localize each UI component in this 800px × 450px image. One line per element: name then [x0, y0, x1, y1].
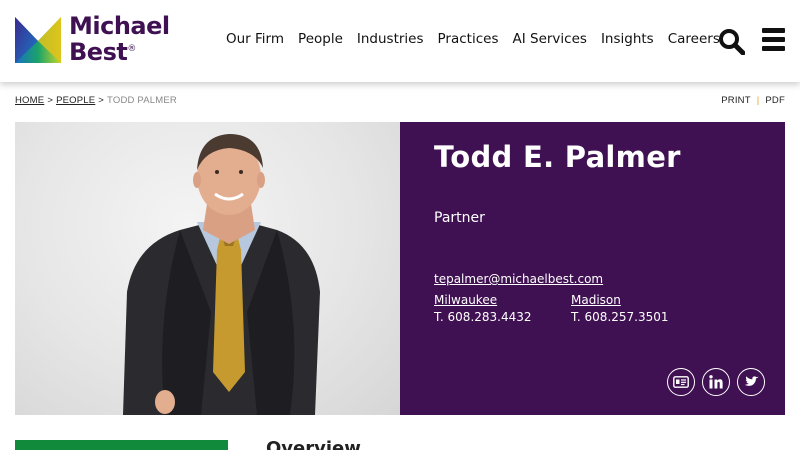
office-phone: T. 608.283.4432: [434, 310, 532, 324]
nav-our-firm[interactable]: Our Firm: [226, 31, 284, 47]
office-madison: Madison T. 608.257.3501: [571, 293, 669, 324]
breadcrumb-separator: >: [98, 95, 105, 106]
nav-insights[interactable]: Insights: [601, 31, 654, 47]
office-milwaukee: Milwaukee T. 608.283.4432: [434, 293, 532, 324]
menu-bar: [762, 46, 785, 51]
menu-bar: [762, 28, 785, 33]
breadcrumb-separator: >: [47, 95, 54, 106]
attorney-title: Partner: [434, 210, 485, 226]
twitter-icon: [744, 375, 759, 386]
vcard-button[interactable]: [667, 368, 695, 396]
hamburger-menu-icon[interactable]: [762, 28, 785, 52]
office-phone: T. 608.257.3501: [571, 310, 669, 324]
tools-divider: |: [756, 95, 760, 106]
main-nav: Our Firm People Industries Practices AI …: [226, 31, 734, 47]
menu-bar: [762, 37, 785, 42]
logo-wordmark: Michael Best®: [69, 12, 170, 66]
profile-panel: Todd E. Palmer Partner tepalmer@michaelb…: [400, 122, 785, 415]
office-city-link[interactable]: Milwaukee: [434, 293, 532, 307]
overview-heading: Overview: [266, 438, 361, 450]
site-header: Michael Best® Our Firm People Industries…: [0, 0, 800, 82]
twitter-button[interactable]: [737, 368, 765, 396]
nav-careers[interactable]: Careers: [668, 31, 720, 47]
breadcrumb: HOME > PEOPLE > TODD PALMER: [15, 95, 177, 106]
pdf-link[interactable]: PDF: [765, 95, 785, 106]
nav-ai-services[interactable]: AI Services: [513, 31, 587, 47]
vcard-icon: [673, 376, 689, 388]
linkedin-icon: [709, 375, 723, 389]
logo-line-1: Michael: [69, 12, 170, 40]
email-link[interactable]: tepalmer@michaelbest.com: [434, 272, 603, 286]
nav-people[interactable]: People: [298, 31, 343, 47]
page-tools: PRINT | PDF: [721, 95, 785, 106]
portrait-illustration: [123, 134, 320, 415]
nav-industries[interactable]: Industries: [357, 31, 424, 47]
search-icon: [719, 29, 746, 56]
breadcrumb-current: TODD PALMER: [107, 95, 177, 106]
breadcrumb-people[interactable]: PEOPLE: [56, 95, 95, 106]
office-city-link[interactable]: Madison: [571, 293, 669, 307]
attorney-name: Todd E. Palmer: [434, 140, 681, 174]
print-link[interactable]: PRINT: [721, 95, 751, 106]
search-button[interactable]: [718, 28, 746, 56]
breadcrumb-home[interactable]: HOME: [15, 95, 44, 106]
logo-mark-icon: [15, 17, 61, 63]
sidebar-accent-bar[interactable]: [15, 440, 228, 450]
profile-photo: [15, 122, 400, 415]
linkedin-button[interactable]: [702, 368, 730, 396]
nav-practices[interactable]: Practices: [438, 31, 499, 47]
logo-line-2: Best®: [69, 38, 136, 66]
michael-best-logo[interactable]: Michael Best®: [15, 12, 175, 66]
